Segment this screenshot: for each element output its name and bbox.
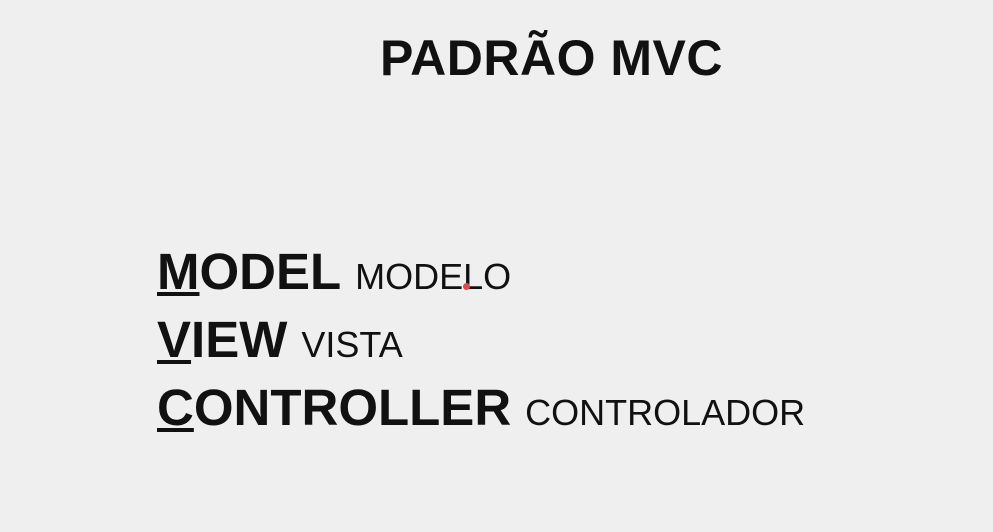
term-translation-model: MODELO <box>355 256 512 297</box>
term-rest-model: ODEL <box>199 243 342 300</box>
slide-title: PADRÃO MVC <box>380 30 723 86</box>
term-initial-view: V <box>157 311 192 368</box>
term-word-view: VIEW <box>157 311 287 368</box>
term-initial-controller: C <box>157 379 194 436</box>
term-row-model: MODEL MODELO <box>157 240 805 308</box>
pointer-dot-icon <box>463 283 470 290</box>
term-initial-model: M <box>157 243 200 300</box>
term-translation-controller: CONTROLADOR <box>525 392 806 433</box>
term-word-controller: CONTROLLER <box>157 379 511 436</box>
slide: PADRÃO MVC MODEL MODELO VIEW VISTA CONTROL… <box>0 0 993 532</box>
term-row-view: VIEW VISTA <box>157 308 805 376</box>
term-rest-controller: ONTROLLER <box>193 379 512 436</box>
term-translation-view: VISTA <box>301 324 403 365</box>
term-rest-view: IEW <box>191 311 288 368</box>
term-row-controller: CONTROLLER CONTROLADOR <box>157 376 805 444</box>
mvc-term-list: MODEL MODELO VIEW VISTA CONTROLLER CONTROLA… <box>157 240 805 444</box>
term-word-model: MODEL <box>157 243 341 300</box>
